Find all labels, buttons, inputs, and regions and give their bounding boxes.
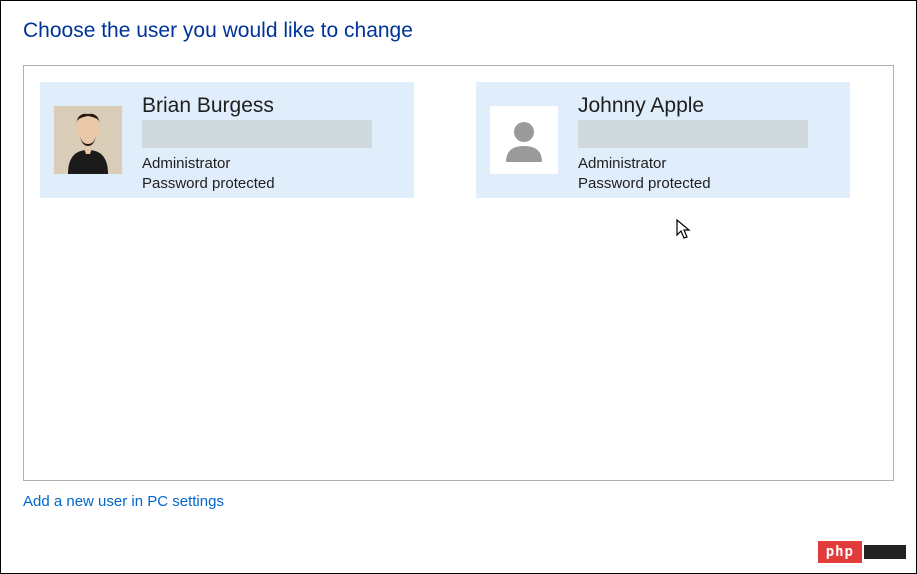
php-badge-dark <box>864 545 906 559</box>
user-card-johnny-apple[interactable]: Johnny Apple Administrator Password prot… <box>476 82 850 198</box>
redacted-email <box>578 120 808 148</box>
php-badge-text: php <box>818 541 862 563</box>
user-card-brian-burgess[interactable]: Brian Burgess Administrator Password pro… <box>40 82 414 198</box>
page-title: Choose the user you would like to change <box>23 19 894 43</box>
redacted-email <box>142 120 372 148</box>
user-role: Administrator <box>578 154 808 174</box>
user-status: Password protected <box>142 174 372 194</box>
user-list-container: Brian Burgess Administrator Password pro… <box>23 65 894 481</box>
avatar-photo <box>54 106 122 174</box>
user-status: Password protected <box>578 174 808 194</box>
avatar-generic-icon <box>490 106 558 174</box>
user-name: Brian Burgess <box>142 94 372 118</box>
php-watermark: php <box>818 541 906 563</box>
add-user-link[interactable]: Add a new user in PC settings <box>23 493 224 510</box>
user-name: Johnny Apple <box>578 94 808 118</box>
user-role: Administrator <box>142 154 372 174</box>
